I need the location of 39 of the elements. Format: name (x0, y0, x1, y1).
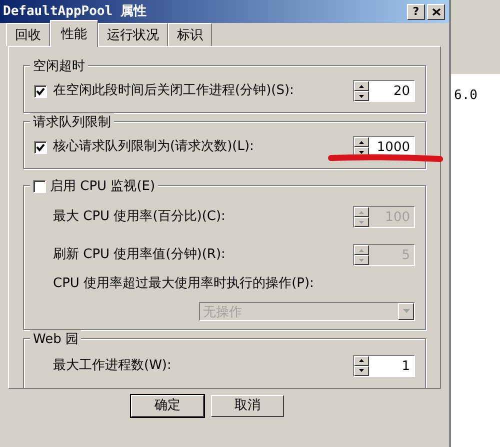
group-title: Web 园 (33, 330, 78, 348)
up-arrow-icon (359, 359, 364, 362)
dialog-button[interactable]: 确定 (131, 395, 204, 417)
up-arrow-icon (359, 248, 364, 252)
checkbox-label: 在空闲此段时间后关闭工作进程(分钟)(S): (53, 82, 294, 100)
checkbox[interactable] (34, 140, 47, 154)
dialog-button[interactable]: 取消 (211, 395, 284, 417)
close-button[interactable] (427, 4, 445, 20)
close-icon (432, 8, 440, 16)
checkmark-icon (36, 86, 45, 96)
tab[interactable]: 运行状况 (98, 22, 168, 46)
field-label: 最大工作进程数(W): (53, 356, 172, 375)
down-arrow-icon (359, 220, 364, 224)
down-arrow-icon (359, 150, 364, 154)
spin-box[interactable]: 1 (353, 354, 415, 376)
tab[interactable]: 标识 (168, 22, 212, 46)
help-button[interactable]: ? (407, 4, 425, 20)
background-text: 6.0 (454, 88, 478, 103)
group-title: 启用 CPU 监视(E) (50, 178, 156, 196)
group-title: 请求队列限制 (33, 114, 111, 132)
spin-box[interactable]: 20 (353, 80, 415, 102)
window-title: DefaultAppPool 属性 (3, 2, 148, 21)
caret-icon (402, 309, 410, 313)
field-label: 最大 CPU 使用率(百分比)(C): (53, 208, 226, 226)
checkbox[interactable] (34, 84, 47, 98)
up-arrow-icon (359, 210, 364, 214)
down-arrow-icon (359, 369, 364, 372)
checkbox-label: 核心请求队列限制为(请求次数)(L): (53, 138, 254, 156)
down-arrow-icon (359, 94, 364, 98)
down-arrow-icon (359, 258, 364, 262)
tab[interactable]: 回收 (6, 22, 50, 46)
field-label: 刷新 CPU 使用率值(分钟)(R): (53, 246, 226, 264)
group-title: 空闲超时 (33, 58, 85, 76)
field-label: CPU 使用率超过最大使用率时执行的操作(P): (53, 275, 314, 293)
checkmark-icon (36, 142, 45, 152)
up-arrow-icon (359, 140, 364, 144)
tab[interactable]: 性能 (50, 20, 98, 47)
up-arrow-icon (359, 84, 364, 88)
checkbox[interactable] (33, 180, 46, 194)
